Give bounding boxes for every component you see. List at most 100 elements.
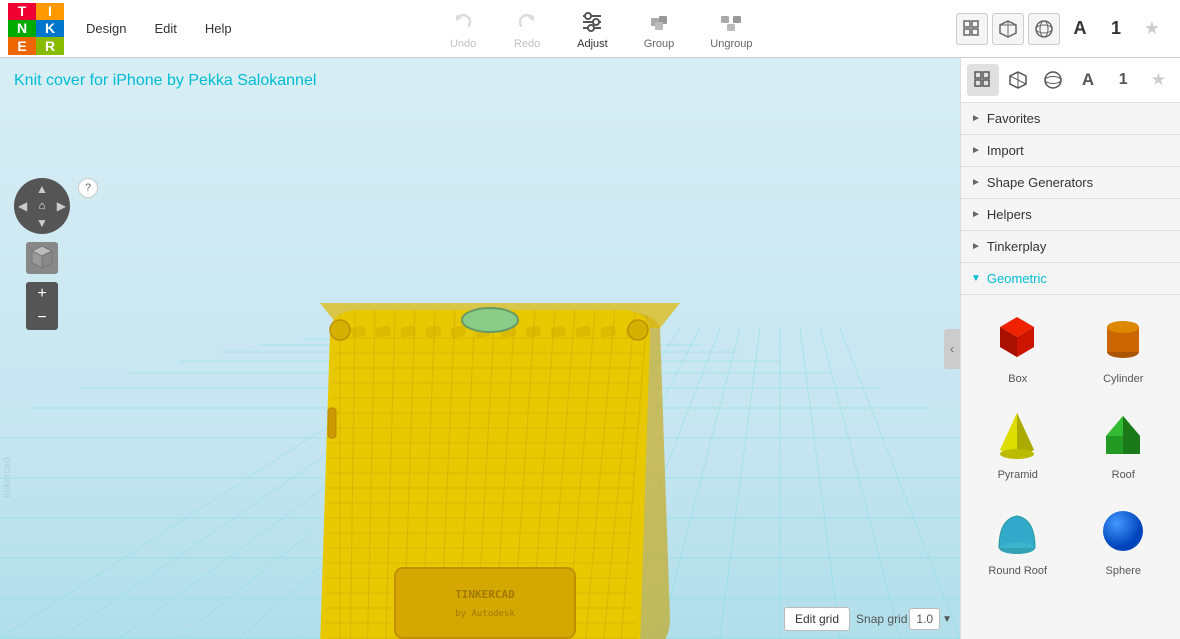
undo-button[interactable]: Undo	[441, 4, 485, 54]
sphere-svg	[1096, 504, 1151, 559]
import-section-header[interactable]: ► Import	[961, 135, 1180, 167]
canvas-grid-svg: tinkercad	[0, 58, 960, 639]
compass-left-arrow: ◀	[18, 199, 27, 213]
shape-pyramid[interactable]: Pyramid	[969, 399, 1067, 487]
panel-sphere-view[interactable]	[1037, 64, 1069, 96]
ungroup-icon	[717, 8, 745, 36]
helpers-arrow: ►	[971, 209, 981, 220]
shape-generators-arrow: ►	[971, 177, 981, 188]
roof-svg	[1096, 408, 1151, 463]
logo-cell-r: R	[36, 37, 64, 54]
panel-grid-icon	[974, 71, 992, 89]
pyramid-label: Pyramid	[998, 469, 1038, 481]
view-cube[interactable]	[26, 242, 58, 274]
round-roof-visual	[988, 501, 1048, 561]
round-roof-svg	[990, 504, 1045, 559]
group-button[interactable]: Group	[636, 4, 683, 54]
panel-star[interactable]: ★	[1142, 64, 1174, 96]
undo-label: Undo	[450, 38, 476, 50]
snap-grid-control: Snap grid 1.0 ▼	[856, 608, 952, 630]
snap-dropdown-arrow[interactable]: ▼	[942, 614, 952, 625]
navigation-controls: ▲ ▼ ◀ ▶ ⌂ + −	[14, 178, 70, 330]
letter-a-button[interactable]: A	[1064, 13, 1096, 45]
geometric-section-header[interactable]: ▼ Geometric	[961, 263, 1180, 295]
panel-collapse-button[interactable]: ‹	[944, 329, 960, 369]
shape-generators-section-header[interactable]: ► Shape Generators	[961, 167, 1180, 199]
panel-grid-view[interactable]	[967, 64, 999, 96]
logo-cell-n: N	[8, 20, 36, 37]
panel-letter-a[interactable]: A	[1072, 64, 1104, 96]
compass-control[interactable]: ▲ ▼ ◀ ▶ ⌂	[14, 178, 70, 234]
helpers-section-header[interactable]: ► Helpers	[961, 199, 1180, 231]
nav-edit[interactable]: Edit	[140, 3, 190, 54]
redo-button[interactable]: Redo	[505, 4, 549, 54]
right-panel: A 1 ★ ► Favorites ► Import ► Shape Gener…	[960, 58, 1180, 639]
shape-sphere[interactable]: Sphere	[1075, 495, 1173, 583]
undo-icon	[449, 8, 477, 36]
sphere-label: Sphere	[1106, 565, 1141, 577]
logo-cell-t: T	[8, 3, 36, 20]
shape-round-roof[interactable]: Round Roof	[969, 495, 1067, 583]
zoom-controls: + −	[26, 282, 58, 330]
edit-grid-button[interactable]: Edit grid	[784, 607, 850, 631]
shape-cylinder[interactable]: Cylinder	[1075, 303, 1173, 391]
favorites-section-header[interactable]: ► Favorites	[961, 103, 1180, 135]
canvas-area[interactable]: Knit cover for iPhone by Pekka Salokanne…	[0, 58, 960, 639]
tinkercad-logo[interactable]: T I N K E R	[8, 3, 64, 55]
nav-menu: Design Edit Help	[72, 3, 246, 54]
grid-icon	[963, 20, 981, 38]
box-visual	[988, 309, 1048, 369]
svg-text:tinkercad: tinkercad	[2, 457, 13, 498]
compass-right-arrow: ▶	[57, 199, 66, 213]
box-label: Box	[1008, 373, 1027, 385]
zoom-in-button[interactable]: +	[26, 282, 58, 306]
compass-up-arrow: ▲	[36, 182, 48, 196]
snap-value-display: 1.0	[909, 608, 940, 630]
svg-text:TINKERCAD: TINKERCAD	[455, 588, 515, 601]
roof-visual	[1093, 405, 1153, 465]
svg-text:by Autodesk: by Autodesk	[455, 609, 515, 619]
group-label: Group	[644, 38, 675, 50]
project-title: Knit cover for iPhone by Pekka Salokanne…	[14, 72, 316, 90]
main-content: Knit cover for iPhone by Pekka Salokanne…	[0, 58, 1180, 639]
geometric-label: Geometric	[987, 271, 1047, 286]
box3d-button[interactable]	[992, 13, 1024, 45]
panel-number-1[interactable]: 1	[1107, 64, 1139, 96]
favorites-label: Favorites	[987, 111, 1040, 126]
ungroup-label: Ungroup	[710, 38, 752, 50]
panel-box-view[interactable]	[1002, 64, 1034, 96]
grid-view-button[interactable]	[956, 13, 988, 45]
snap-grid-label: Snap grid	[856, 612, 907, 626]
tinkerplay-arrow: ►	[971, 241, 981, 252]
favorites-arrow: ►	[971, 113, 981, 124]
sphere-visual	[1093, 501, 1153, 561]
star-button[interactable]: ★	[1136, 13, 1168, 45]
number-1-button[interactable]: 1	[1100, 13, 1132, 45]
toolbar-center: Undo Redo Adjust	[246, 4, 956, 54]
shape-roof[interactable]: Roof	[1075, 399, 1173, 487]
nav-help[interactable]: Help	[191, 3, 246, 54]
import-label: Import	[987, 143, 1024, 158]
nav-design[interactable]: Design	[72, 3, 140, 54]
help-button[interactable]: ?	[78, 178, 98, 198]
tinkerplay-section-header[interactable]: ► Tinkerplay	[961, 231, 1180, 263]
pyramid-svg	[990, 408, 1045, 463]
zoom-out-button[interactable]: −	[26, 306, 58, 330]
sphere-icon-toolbar	[1034, 19, 1054, 39]
topbar: T I N K E R Design Edit Help Undo Redo	[0, 0, 1180, 58]
tinkerplay-label: Tinkerplay	[987, 239, 1046, 254]
ungroup-button[interactable]: Ungroup	[702, 4, 760, 54]
logo-cell-k: K	[36, 20, 64, 37]
shape-box[interactable]: Box	[969, 303, 1067, 391]
panel-box-icon	[1008, 70, 1028, 90]
helpers-label: Helpers	[987, 207, 1032, 222]
shapes-grid: Box Cylinder	[961, 295, 1180, 591]
panel-view-icons: A 1 ★	[961, 58, 1180, 103]
canvas-bottom-controls: Edit grid Snap grid 1.0 ▼	[784, 607, 952, 631]
adjust-button[interactable]: Adjust	[569, 4, 616, 54]
adjust-label: Adjust	[577, 38, 608, 50]
compass-home: ⌂	[39, 200, 46, 212]
sphere-view-button[interactable]	[1028, 13, 1060, 45]
cylinder-visual	[1093, 309, 1153, 369]
box3d-icon	[998, 19, 1018, 39]
